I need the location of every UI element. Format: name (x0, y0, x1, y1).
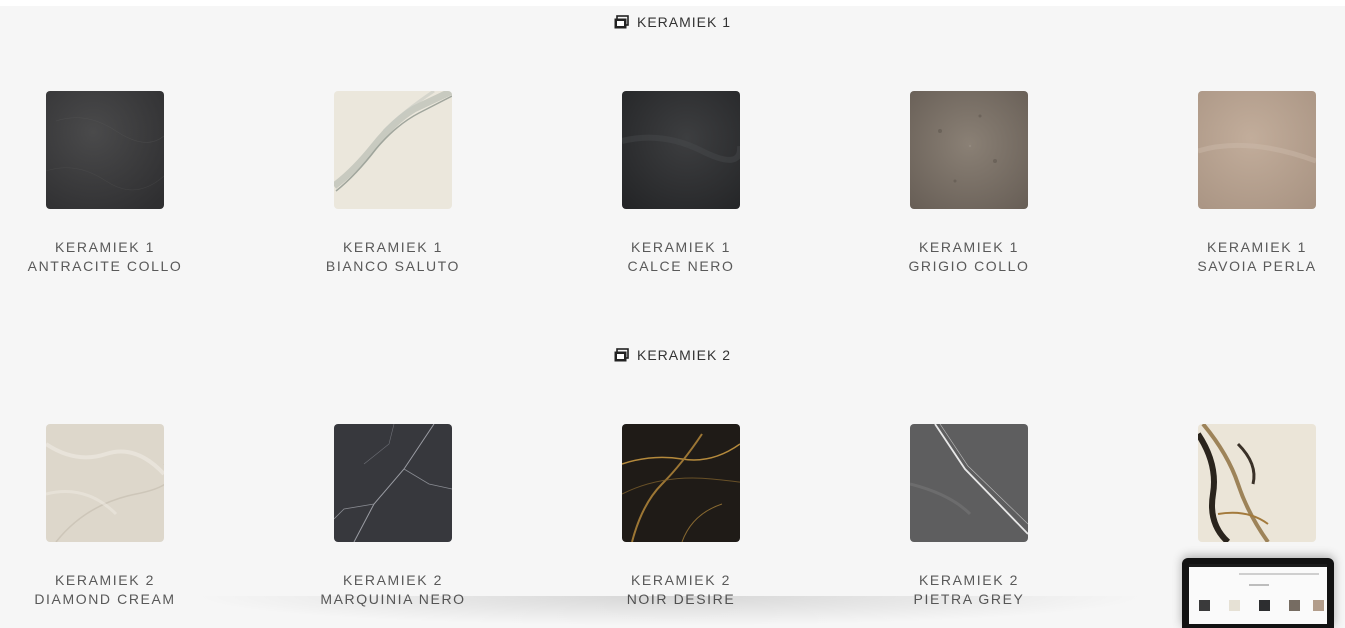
section-title-text: KERAMIEK 2 (636, 347, 732, 363)
product-grid-keramiek-2: KERAMIEK 2 DIAMOND CREAM KERAMIEK 2 MARQ… (0, 424, 1345, 614)
preview-swatch (1313, 600, 1324, 611)
product-label-line1: KERAMIEK 1 (1206, 239, 1308, 255)
preview-swatch (1199, 600, 1210, 611)
screen-preview-thumbnail[interactable] (1182, 558, 1334, 628)
product-card-grigio-collo[interactable]: KERAMIEK 1 GRIGIO COLLO (869, 91, 1069, 276)
product-label-line1: KERAMIEK 1 (630, 239, 732, 255)
product-label-line2: MARQUINIA NERO (320, 591, 466, 607)
swatch-bianco-saluto[interactable] (334, 91, 452, 209)
product-label-line2: ANTRACITE COLLO (27, 258, 183, 274)
section-title-keramiek-1: KERAMIEK 1 (0, 10, 1345, 34)
product-label-line1: KERAMIEK 1 (342, 239, 444, 255)
product-label-line1: KERAMIEK 2 (630, 572, 732, 588)
product-label-line1: KERAMIEK 2 (54, 572, 156, 588)
product-label-line1: KERAMIEK 1 (54, 239, 156, 255)
product-card-antracite-collo[interactable]: KERAMIEK 1 ANTRACITE COLLO (5, 91, 205, 276)
product-card-noir-desire[interactable]: KERAMIEK 2 NOIR DESIRE (581, 424, 781, 609)
section-title-keramiek-2: KERAMIEK 2 (0, 343, 1345, 367)
product-label-line1: KERAMIEK 1 (918, 239, 1020, 255)
product-card-calacatta[interactable] (1157, 424, 1345, 571)
swatch-antracite-collo[interactable] (46, 91, 164, 209)
swatch-savoia-perla[interactable] (1198, 91, 1316, 209)
preview-bar (1189, 564, 1327, 567)
product-label-line1: KERAMIEK 2 (342, 572, 444, 588)
product-label-line2: BIANCO SALUTO (325, 258, 461, 274)
preview-swatch (1259, 600, 1270, 611)
preview-screen (1189, 564, 1327, 624)
product-card-pietra-grey[interactable]: KERAMIEK 2 PIETRA GREY (869, 424, 1069, 609)
section-title-text: KERAMIEK 1 (636, 14, 732, 30)
product-card-calce-nero[interactable]: KERAMIEK 1 CALCE NERO (581, 91, 781, 276)
product-card-marquinia-nero[interactable]: KERAMIEK 2 MARQUINIA NERO (293, 424, 493, 609)
swatch-calce-nero[interactable] (622, 91, 740, 209)
swatch-diamond-cream[interactable] (46, 424, 164, 542)
swatch-calacatta[interactable] (1198, 424, 1316, 542)
product-card-bianco-saluto[interactable]: KERAMIEK 1 BIANCO SALUTO (293, 91, 493, 276)
product-label-line2: NOIR DESIRE (626, 591, 736, 607)
preview-nav (1239, 573, 1319, 575)
product-label-line2: SAVOIA PERLA (1197, 258, 1317, 274)
product-card-diamond-cream[interactable]: KERAMIEK 2 DIAMOND CREAM (5, 424, 205, 609)
product-label-line2: CALCE NERO (627, 258, 735, 274)
gallery-icon (614, 348, 629, 362)
product-label-line2: GRIGIO COLLO (908, 258, 1030, 274)
product-card-savoia-perla[interactable]: KERAMIEK 1 SAVOIA PERLA (1157, 91, 1345, 276)
preview-swatch (1289, 600, 1300, 611)
swatch-pietra-grey[interactable] (910, 424, 1028, 542)
gallery-icon (614, 15, 629, 29)
preview-swatch (1229, 600, 1240, 611)
preview-title (1249, 584, 1269, 586)
product-label-line2: DIAMOND CREAM (34, 591, 176, 607)
product-label-line2: PIETRA GREY (913, 591, 1025, 607)
swatch-grigio-collo[interactable] (910, 91, 1028, 209)
top-bar (0, 0, 1345, 6)
swatch-marquinia-nero[interactable] (334, 424, 452, 542)
product-label-line1: KERAMIEK 2 (918, 572, 1020, 588)
product-grid-keramiek-1: KERAMIEK 1 ANTRACITE COLLO KERAMIEK 1 BI… (0, 91, 1345, 281)
swatch-noir-desire[interactable] (622, 424, 740, 542)
